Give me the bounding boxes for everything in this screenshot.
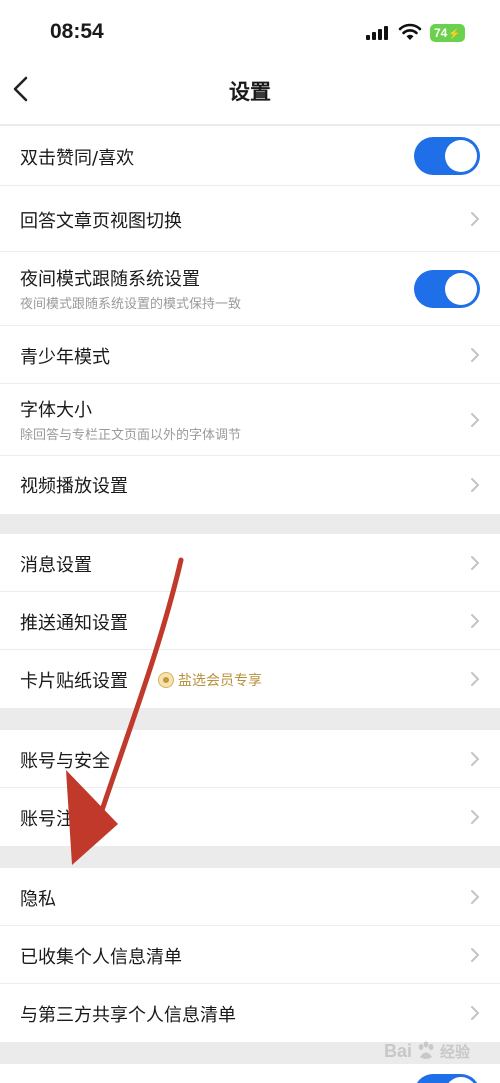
- watermark-suffix: 经验: [440, 1043, 471, 1061]
- setting-row-double-tap-like[interactable]: 双击赞同/喜欢: [0, 126, 500, 186]
- setting-row-third-party-shared-info-list[interactable]: 与第三方共享个人信息清单: [0, 984, 500, 1042]
- setting-row-push-notifications[interactable]: 推送通知设置: [0, 592, 500, 650]
- chevron-right-icon: [471, 1006, 480, 1020]
- battery-icon: 74: [430, 24, 465, 42]
- setting-label: 隐私: [20, 889, 56, 910]
- baidu-jingyan-watermark: Bai 经验: [384, 1040, 470, 1062]
- setting-row-message-settings[interactable]: 消息设置: [0, 534, 500, 592]
- chevron-right-icon: [471, 614, 480, 628]
- settings-section-partial: [0, 1064, 500, 1083]
- vip-coin-icon: [158, 672, 174, 688]
- setting-label: 账号与安全: [20, 751, 110, 772]
- setting-row-card-sticker[interactable]: 卡片贴纸设置 盐选会员专享: [0, 650, 500, 708]
- page-title: 设置: [229, 80, 271, 104]
- setting-row-privacy[interactable]: 隐私: [0, 868, 500, 926]
- setting-row-night-mode-follow-system[interactable]: 夜间模式跟随系统设置 夜间模式跟随系统设置的模式保持一致: [0, 252, 500, 326]
- double-tap-like-toggle[interactable]: [414, 137, 480, 175]
- watermark-brand: Bai: [384, 1040, 413, 1061]
- settings-section-display: 双击赞同/喜欢 回答文章页视图切换 夜间模式跟随系统设置 夜间模式跟随系统设置的…: [0, 126, 500, 514]
- setting-row-answer-view-switch[interactable]: 回答文章页视图切换: [0, 186, 500, 252]
- chevron-right-icon: [471, 212, 480, 226]
- setting-label: 双击赞同/喜欢: [20, 148, 135, 169]
- chevron-right-icon: [471, 948, 480, 962]
- settings-section-notifications: 消息设置 推送通知设置 卡片贴纸设置 盐选会员专享: [0, 534, 500, 708]
- setting-label: 视频播放设置: [20, 476, 128, 497]
- setting-label: 账号注销: [20, 809, 92, 830]
- setting-label: 青少年模式: [20, 347, 110, 368]
- setting-label: 已收集个人信息清单: [20, 947, 182, 968]
- settings-section-privacy: 隐私 已收集个人信息清单 与第三方共享个人信息清单: [0, 868, 500, 1042]
- night-mode-toggle[interactable]: [414, 270, 480, 308]
- setting-label: 卡片贴纸设置: [20, 671, 128, 692]
- settings-section-account: 账号与安全 账号注销: [0, 730, 500, 846]
- setting-label: 与第三方共享个人信息清单: [20, 1005, 236, 1026]
- status-time: 08:54: [50, 20, 104, 43]
- chevron-right-icon: [471, 672, 480, 686]
- baidu-paw-icon: [418, 1041, 434, 1059]
- vip-only-badge: 盐选会员专享: [158, 670, 262, 690]
- setting-row-account-deletion[interactable]: 账号注销: [0, 788, 500, 846]
- nav-bar: 设置: [0, 64, 500, 124]
- setting-label: 推送通知设置: [20, 613, 128, 634]
- chevron-right-icon: [471, 890, 480, 904]
- chevron-right-icon: [471, 348, 480, 362]
- cellular-signal-icon: [366, 26, 388, 40]
- setting-row-video-playback[interactable]: 视频播放设置: [0, 456, 500, 514]
- chevron-right-icon: [471, 810, 480, 824]
- chevron-right-icon: [471, 478, 480, 492]
- partial-row-toggle[interactable]: [414, 1074, 480, 1083]
- setting-label: 夜间模式跟随系统设置: [20, 269, 200, 290]
- setting-row-font-size[interactable]: 字体大小 除回答与专栏正文页面以外的字体调节: [0, 384, 500, 456]
- setting-row-teen-mode[interactable]: 青少年模式: [0, 326, 500, 384]
- setting-row-account-security[interactable]: 账号与安全: [0, 730, 500, 788]
- chevron-right-icon: [471, 556, 480, 570]
- status-bar: 08:54 74: [0, 0, 500, 64]
- setting-row-collected-info-list[interactable]: 已收集个人信息清单: [0, 926, 500, 984]
- setting-label: 回答文章页视图切换: [20, 211, 182, 232]
- wifi-icon: [398, 23, 422, 40]
- chevron-right-icon: [471, 752, 480, 766]
- chevron-right-icon: [471, 413, 480, 427]
- setting-subtitle: 夜间模式跟随系统设置的模式保持一致: [20, 297, 242, 312]
- setting-subtitle: 除回答与专栏正文页面以外的字体调节: [20, 428, 242, 443]
- setting-label: 字体大小: [20, 400, 92, 421]
- setting-label: 消息设置: [20, 555, 92, 576]
- vip-badge-text: 盐选会员专享: [178, 673, 262, 689]
